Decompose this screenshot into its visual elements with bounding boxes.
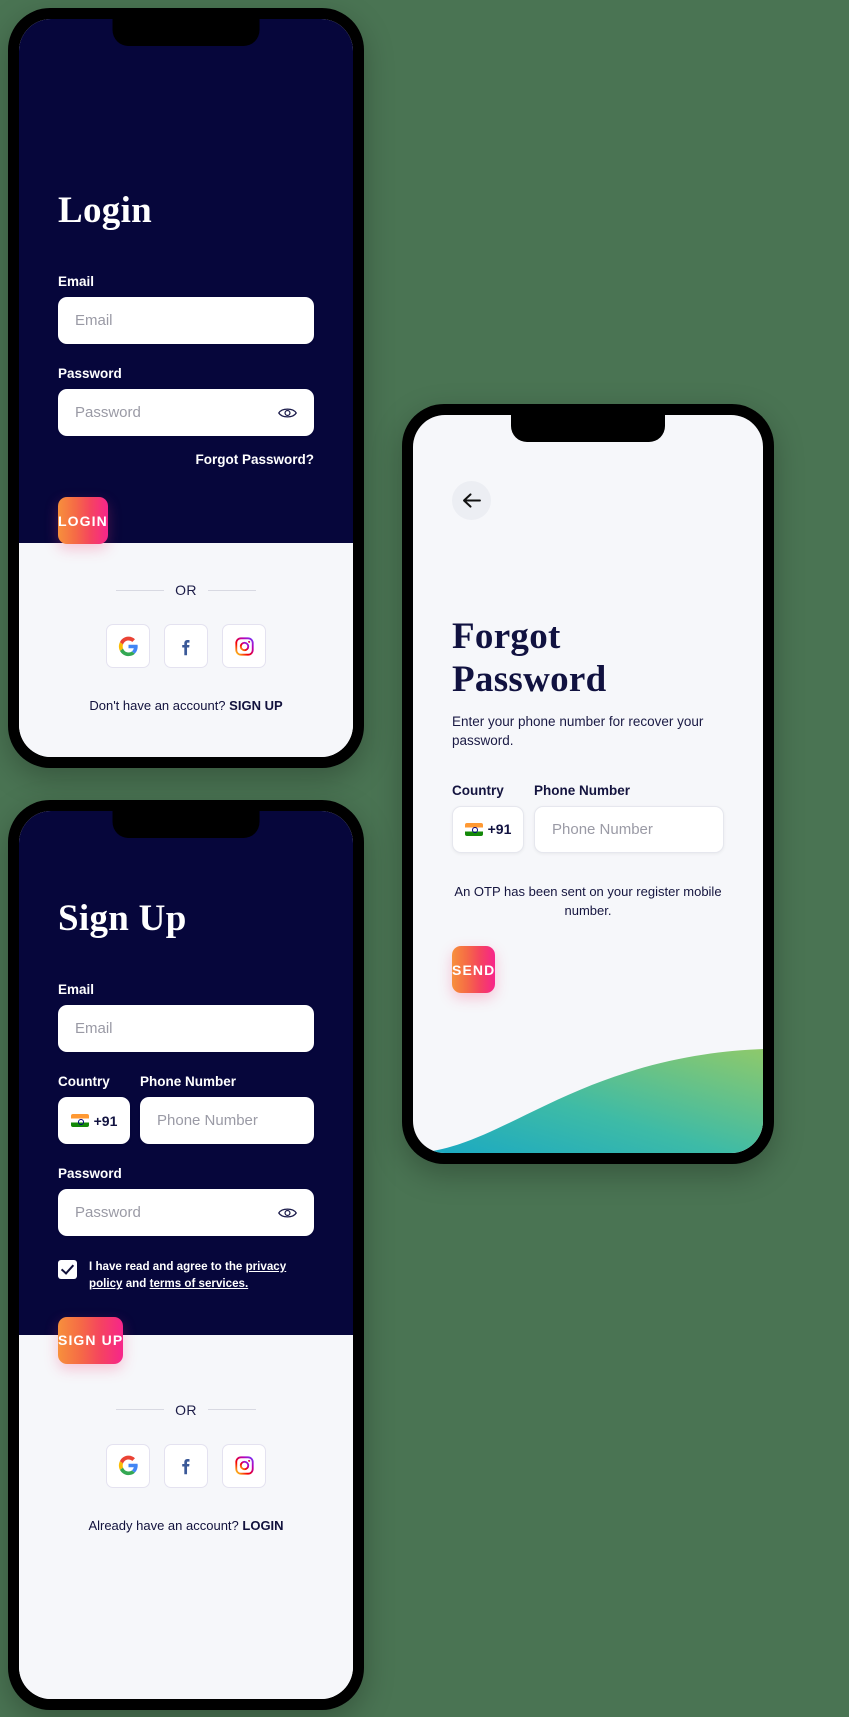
country-phone-row: Country +91 Phone Number Phone Number xyxy=(58,1074,314,1144)
phone-mockup-signup: Sign Up Email Email Country +91 Phone Nu… xyxy=(8,800,364,1710)
terms-checkbox[interactable] xyxy=(58,1260,77,1279)
back-button[interactable] xyxy=(452,481,491,520)
login-button[interactable]: LOGIN xyxy=(58,497,108,544)
page-title: Forgot Password xyxy=(452,616,607,700)
email-placeholder: Email xyxy=(75,312,113,329)
india-flag-icon xyxy=(464,822,483,836)
eye-icon[interactable] xyxy=(278,1206,297,1220)
signup-content: Sign Up Email Email Country +91 Phone Nu… xyxy=(19,811,353,1293)
forgot-content: Forgot Password Enter your phone number … xyxy=(413,415,763,994)
page-title: Sign Up xyxy=(58,898,187,939)
login-link[interactable]: LOGIN xyxy=(242,1518,283,1533)
or-divider: OR xyxy=(58,582,314,598)
phone-placeholder: Phone Number xyxy=(157,1112,258,1129)
password-placeholder: Password xyxy=(75,1204,141,1221)
password-placeholder: Password xyxy=(75,404,141,421)
phone-group: Phone Number Phone Number xyxy=(140,1074,314,1144)
or-divider: OR xyxy=(58,1402,314,1418)
password-label: Password xyxy=(58,366,122,381)
country-code: +91 xyxy=(93,1112,118,1129)
screens-stage: Login Email Email Password Password Forg… xyxy=(0,0,849,1717)
send-button[interactable]: SEND xyxy=(452,946,496,994)
india-flag-icon xyxy=(70,1114,89,1127)
country-code: +91 xyxy=(487,821,512,838)
instagram-login-button[interactable] xyxy=(222,624,266,668)
country-selector[interactable]: +91 xyxy=(452,805,524,853)
divider-line-right xyxy=(207,1409,256,1411)
google-icon xyxy=(118,636,138,656)
login-screen: Login Email Email Password Password Forg… xyxy=(19,19,353,757)
email-field[interactable]: Email xyxy=(58,1005,314,1052)
phone-mockup-login: Login Email Email Password Password Forg… xyxy=(8,8,364,768)
google-signup-button[interactable] xyxy=(106,1443,150,1488)
social-login-row xyxy=(58,624,314,668)
terms-text: I have read and agree to the privacy pol… xyxy=(89,1258,314,1293)
signup-prompt-text: Don't have an account? xyxy=(89,698,226,713)
arrow-left-icon xyxy=(463,493,481,508)
terms-middle: and xyxy=(122,1277,150,1291)
phone-mockup-forgot-password: Forgot Password Enter your phone number … xyxy=(402,404,774,1164)
forgot-password-screen: Forgot Password Enter your phone number … xyxy=(413,415,763,1153)
facebook-icon xyxy=(181,1459,189,1475)
phone-notch xyxy=(112,19,260,46)
country-label: Country xyxy=(452,782,504,798)
google-icon xyxy=(118,1455,138,1476)
phone-notch xyxy=(511,415,665,442)
page-subtitle: Enter your phone number for recover your… xyxy=(452,714,704,748)
email-field[interactable]: Email xyxy=(58,297,314,344)
login-actions: LOGIN OR Don't have an account? SIGN UP xyxy=(19,497,353,713)
instagram-icon xyxy=(234,636,254,656)
phone-field[interactable]: Phone Number xyxy=(534,805,724,853)
terms-prefix: I have read and agree to the xyxy=(89,1260,246,1273)
password-field[interactable]: Password xyxy=(58,1189,314,1236)
phone-label: Phone Number xyxy=(140,1074,237,1089)
email-placeholder: Email xyxy=(75,1020,113,1037)
divider-line-right xyxy=(207,589,256,591)
facebook-icon xyxy=(181,639,189,655)
or-label: OR xyxy=(175,582,197,598)
signup-button[interactable]: SIGN UP xyxy=(58,1316,124,1364)
social-signup-row xyxy=(58,1443,314,1488)
forgot-password-link[interactable]: Forgot Password? xyxy=(58,452,314,467)
phone-group: Phone Number Phone Number xyxy=(534,783,724,853)
signup-link[interactable]: SIGN UP xyxy=(229,698,282,713)
eye-icon[interactable] xyxy=(278,406,297,420)
signup-actions: SIGN UP OR Already have an account? LOGI… xyxy=(19,1316,353,1533)
signup-screen: Sign Up Email Email Country +91 Phone Nu… xyxy=(19,811,353,1699)
terms-of-services-link[interactable]: terms of services. xyxy=(150,1277,249,1290)
page-title: Login xyxy=(58,190,153,231)
login-content: Login Email Email Password Password Forg… xyxy=(19,19,353,467)
country-label: Country xyxy=(58,1074,110,1089)
divider-line-left xyxy=(116,589,165,591)
terms-agreement-row: I have read and agree to the privacy pol… xyxy=(58,1258,314,1293)
country-group: Country +91 xyxy=(452,783,524,853)
password-label: Password xyxy=(58,1166,122,1181)
login-prompt: Already have an account? LOGIN xyxy=(58,1518,314,1533)
phone-notch xyxy=(112,811,260,838)
email-label: Email xyxy=(58,982,95,997)
google-login-button[interactable] xyxy=(106,624,150,668)
instagram-icon xyxy=(234,1456,254,1475)
phone-label: Phone Number xyxy=(534,782,631,798)
instagram-signup-button[interactable] xyxy=(222,1443,266,1488)
country-selector[interactable]: +91 xyxy=(58,1097,130,1144)
decorative-wave xyxy=(413,1049,763,1153)
facebook-login-button[interactable] xyxy=(164,624,208,668)
phone-placeholder: Phone Number xyxy=(552,820,653,838)
email-label: Email xyxy=(58,274,95,289)
signup-prompt: Don't have an account? SIGN UP xyxy=(58,698,314,713)
country-group: Country +91 xyxy=(58,1074,130,1144)
login-prompt-text: Already have an account? xyxy=(88,1517,239,1533)
divider-line-left xyxy=(116,1409,165,1411)
or-label: OR xyxy=(175,1401,197,1418)
facebook-signup-button[interactable] xyxy=(164,1443,208,1488)
password-field[interactable]: Password xyxy=(58,389,314,436)
country-phone-row: Country +91 Phone Number Phone Number xyxy=(452,783,724,853)
otp-note: An OTP has been sent on your register mo… xyxy=(454,883,722,918)
phone-field[interactable]: Phone Number xyxy=(140,1097,314,1144)
